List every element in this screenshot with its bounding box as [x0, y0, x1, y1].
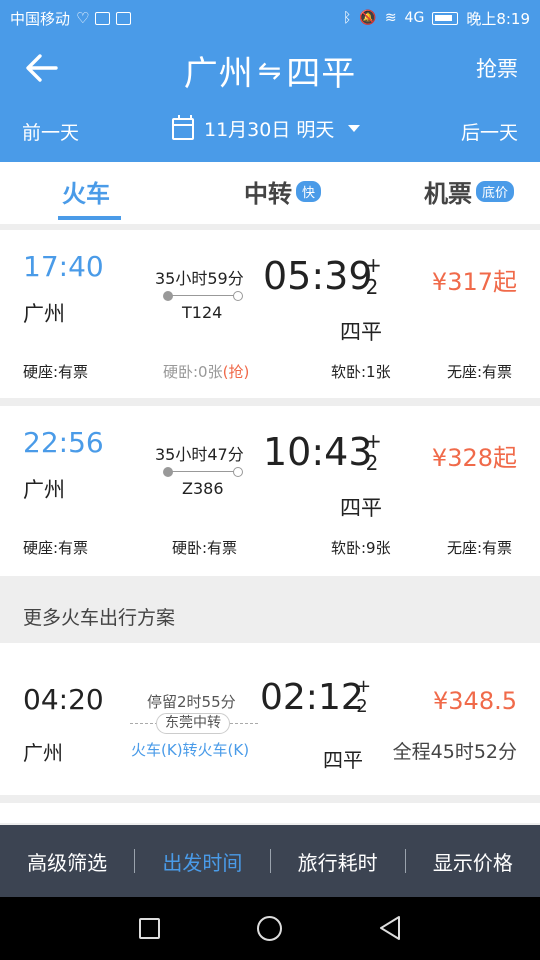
transfer-station-label: 东莞中转 [156, 713, 230, 734]
price: ¥348.5 [433, 687, 517, 715]
route-line-icon [163, 467, 243, 477]
calendar-icon [172, 114, 194, 140]
network-type: 4G [404, 10, 425, 26]
arrive-city: 四平 [340, 496, 382, 520]
mode-tabs: 火车 中转 快 机票 底价 [0, 162, 540, 224]
arrive-time: 10:43 [263, 430, 373, 474]
prev-day-button[interactable]: 前一天 [22, 118, 79, 145]
message-icon [95, 11, 111, 25]
tab-label: 火车 [62, 180, 110, 208]
seat-hard-sleeper-label: 硬卧:0张 [163, 363, 223, 381]
day-offset-number: 2 [365, 275, 379, 299]
seat-standing: 无座:有票 [447, 363, 513, 381]
route-line-icon [163, 291, 243, 301]
show-price-button[interactable]: 显示价格 [406, 847, 540, 876]
arrive-time: 02:12 [260, 677, 364, 718]
sort-depart-time-button[interactable]: 出发时间 [135, 847, 269, 876]
recents-icon[interactable] [139, 918, 160, 939]
depart-time: 22:56 [23, 426, 104, 459]
tab-label: 机票 [424, 180, 472, 208]
duration: 35小时59分 [155, 269, 244, 288]
arrive-time: 05:39 [263, 254, 373, 298]
active-tab-indicator [58, 216, 121, 220]
day-offset: + 2 [365, 253, 382, 299]
seat-standing: 无座:有票 [447, 539, 513, 557]
train-number: T124 [182, 303, 223, 322]
tab-badge: 底价 [476, 181, 515, 202]
depart-city: 广州 [23, 302, 65, 326]
day-offset-plus: + [365, 253, 382, 277]
tab-badge: 快 [296, 181, 322, 202]
day-offset: + 2 [356, 676, 372, 717]
depart-time: 04:20 [23, 683, 104, 716]
day-offset: + 2 [365, 429, 382, 475]
nav-back-icon[interactable] [378, 915, 402, 941]
tab-train[interactable]: 火车 [62, 174, 110, 209]
day-offset-plus: + [365, 429, 382, 453]
destination-city: 四平 [286, 54, 357, 94]
home-icon[interactable] [257, 916, 282, 941]
filter-bar: 高级筛选 出发时间 旅行耗时 显示价格 [0, 825, 540, 897]
day-offset-number: 2 [365, 451, 379, 475]
battery-icon [432, 11, 459, 25]
price: ¥328起 [431, 444, 517, 472]
sort-travel-time-button[interactable]: 旅行耗时 [271, 847, 405, 876]
arrive-city: 四平 [323, 748, 363, 772]
depart-city: 广州 [23, 741, 63, 765]
status-bar: 中国移动 ♡ ᛒ 🔕 ≋ 4G 晚上8:19 [0, 0, 540, 36]
day-offset-plus: + [356, 676, 372, 697]
depart-city: 广州 [23, 478, 65, 502]
origin-city: 广州 [183, 54, 254, 94]
bluetooth-icon: ᛒ [342, 10, 352, 26]
seat-soft-sleeper: 软卧:1张 [331, 363, 391, 381]
train-number: Z386 [182, 479, 224, 498]
wifi-icon: ≋ [384, 10, 397, 26]
tab-label: 中转 [244, 180, 292, 208]
transfer-station: 东莞中转 [130, 713, 260, 735]
tab-flight[interactable]: 机票 底价 [424, 174, 515, 209]
advanced-filter-button[interactable]: 高级筛选 [0, 847, 134, 876]
header: 广州 ⇋ 四平 抢票 前一天 11月30日 明天 后一天 [0, 36, 540, 162]
carrier-label: 中国移动 [10, 9, 71, 28]
route-title: 广州 ⇋ 四平 [0, 46, 540, 95]
train-card[interactable]: 17:40 广州 35小时59分 T124 05:39 + 2 四平 ¥317起… [0, 230, 540, 398]
clock: 晚上8:19 [466, 9, 530, 28]
tab-transfer[interactable]: 中转 快 [244, 174, 322, 209]
next-day-button[interactable]: 后一天 [461, 118, 518, 145]
date-selector[interactable]: 11月30日 明天 [172, 114, 361, 142]
total-duration: 全程45时52分 [392, 741, 517, 763]
system-nav-bar [0, 897, 540, 960]
duration: 35小时47分 [155, 445, 244, 464]
price: ¥317起 [431, 268, 517, 296]
seat-soft-sleeper: 软卧:9张 [331, 539, 391, 557]
transfer-card[interactable]: 04:20 广州 停留2时55分 东莞中转 火车(K)转火车(K) 02:12 … [0, 643, 540, 795]
seat-hard-seat: 硬座:有票 [23, 363, 89, 381]
mute-icon: 🔕 [359, 10, 377, 26]
seat-hard-seat: 硬座:有票 [23, 539, 89, 557]
chevron-down-icon [348, 125, 361, 132]
depart-time: 17:40 [23, 250, 104, 283]
section-title: 更多火车出行方案 [23, 607, 176, 629]
day-offset-number: 2 [356, 696, 368, 717]
train-card[interactable]: 22:56 广州 35小时47分 Z386 10:43 + 2 四平 ¥328起… [0, 406, 540, 576]
mail-icon [116, 11, 132, 25]
layover-duration: 停留2时55分 [147, 693, 236, 711]
seat-hard-sleeper: 硬卧:0张(抢) [163, 361, 249, 382]
transfer-mode: 火车(K)转火车(K) [131, 741, 250, 759]
arrive-city: 四平 [340, 320, 382, 344]
swap-icon[interactable]: ⇋ [258, 54, 282, 87]
date-label: 11月30日 明天 [204, 119, 335, 141]
grab-ticket-button[interactable]: 抢票 [476, 53, 518, 83]
seat-hard-sleeper: 硬卧:有票 [172, 539, 238, 557]
heart-icon: ♡ [76, 8, 90, 27]
list-item[interactable] [0, 803, 540, 823]
grab-tag[interactable]: (抢) [223, 363, 250, 381]
